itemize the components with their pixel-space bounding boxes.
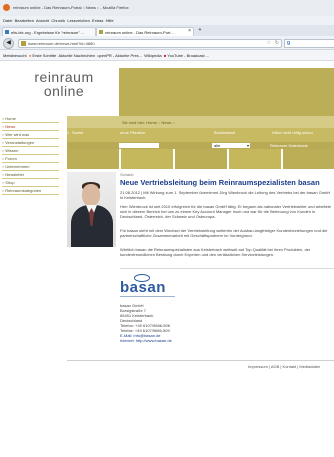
tab-2-label: reinraum online - Das Reinraum-Port... xyxy=(105,30,174,35)
article-divider xyxy=(120,268,334,269)
basan-logo: basan xyxy=(120,274,180,298)
article-paragraph-2: Herr Wienbrock ist seit 2010 erfolgreich… xyxy=(120,204,332,219)
arrow-icon: » xyxy=(2,140,5,145)
sidebar-item-wissen[interactable]: »Wissen xyxy=(2,147,59,155)
menu-bar: Datei Bearbeiten Ansicht Chronik Lesezei… xyxy=(0,16,334,25)
banner-tile[interactable] xyxy=(121,149,175,169)
breadcrumb-text: Sie sind hier: Home :: News :: xyxy=(122,120,175,125)
sidebar-item-veranstaltungen[interactable]: »Veranstaltungen xyxy=(2,139,59,147)
arrow-icon: » xyxy=(2,180,5,185)
sidebar: »Home »News »Wer wird was »Veranstaltung… xyxy=(0,115,61,457)
youtube-icon: ■ xyxy=(163,53,167,58)
header-banner xyxy=(119,68,334,116)
footer-divider xyxy=(67,360,334,361)
search-label: Suche xyxy=(72,130,84,135)
banner-tile[interactable] xyxy=(283,149,334,169)
bookmark-icon: ● xyxy=(28,53,32,58)
menu-bearbeiten[interactable]: Bearbeiten xyxy=(15,18,34,23)
bookmarks-bar: Meistbesucht ● Erste Schritte Aktuelle N… xyxy=(0,50,334,61)
search-hint: neue Filtration xyxy=(120,130,146,135)
arrow-icon: » xyxy=(2,116,5,121)
bookmark-youtube[interactable]: YouTube - Broadcast ... xyxy=(167,53,209,58)
star-icon[interactable]: ☆ xyxy=(267,40,271,46)
menu-datei[interactable]: Datei xyxy=(3,18,12,23)
region-value: alle xyxy=(214,143,221,148)
tab-favicon xyxy=(5,30,9,34)
tab-1-label: elis-btc.org - Ergebnisse für "reinraum"… xyxy=(11,30,85,35)
arrow-icon: » xyxy=(2,148,5,153)
article-paragraph-4: Wörtlich basan die Reinraumspezialisten … xyxy=(120,247,311,257)
bookmark-erste-schritte[interactable]: Erste Schritte xyxy=(32,53,56,58)
search-fields: alle ▾ Reinraum Datenbank xyxy=(67,142,334,149)
basan-logo-underline xyxy=(120,296,175,297)
article-paragraph-1: 21.06.2012 | Mit Wirkung zum 1. Septembe… xyxy=(120,190,331,200)
back-icon[interactable]: ◀ xyxy=(3,38,14,49)
bookmark-meistbesucht[interactable]: Meistbesucht xyxy=(3,53,27,58)
url-text: www.reinraum.de/news.html?id=4880 xyxy=(28,41,95,46)
article-paragraph-3: Für basan steht mit dem Wechsel der Vert… xyxy=(120,228,328,238)
right-link-1[interactable]: Höhe nicht nötig schon xyxy=(272,130,313,135)
site-favicon xyxy=(21,41,26,46)
banner-tile[interactable] xyxy=(175,149,229,169)
menu-ansicht[interactable]: Ansicht xyxy=(36,18,49,23)
menu-extras[interactable]: Extras xyxy=(92,18,103,23)
menu-chronik[interactable]: Chronik xyxy=(51,18,65,23)
footer-links[interactable]: Impressum | AGB | Kontakt | Mediadaten xyxy=(248,364,320,369)
article-headline: Neue Vertriebsleitung beim Reinraumspezi… xyxy=(120,178,320,187)
contact-block: basan GmbH Borsigstraße 7 65451 Kelsterb… xyxy=(120,303,240,353)
window-title: reinraum online - Das Reinraum-Portal ::… xyxy=(13,5,129,10)
arrow-icon: » xyxy=(2,188,5,193)
right-link-2[interactable]: Reinraum Datenbank xyxy=(270,143,308,148)
search-input[interactable] xyxy=(119,143,159,148)
sidebar-item-newsletter[interactable]: »Newsletter xyxy=(2,171,59,179)
search-panel: » Suche neue Filtration Bundesland Höhe … xyxy=(67,128,334,142)
logo-line-1: reinraum xyxy=(34,70,94,85)
sidebar-item-reinraumkategorien[interactable]: »Reinraumkategorien xyxy=(2,187,59,195)
site-logo[interactable]: reinraum online xyxy=(24,70,104,104)
close-icon[interactable]: × xyxy=(188,29,191,34)
sidebar-item-news[interactable]: »News xyxy=(2,123,59,131)
url-bar[interactable]: www.reinraum.de/news.html?id=4880 ☆ ↻ xyxy=(18,39,282,48)
arrow-icon: » xyxy=(2,124,5,129)
reload-icon[interactable]: ↻ xyxy=(275,40,279,46)
sidebar-item-home[interactable]: »Home xyxy=(2,115,59,123)
bookmark-openpr[interactable]: openPR - Aktuelle Pres... xyxy=(97,53,142,58)
firefox-icon xyxy=(3,4,10,11)
arrow-icon: » xyxy=(2,172,5,177)
region-label: Bundesland xyxy=(214,130,236,135)
basan-logo-text: basan xyxy=(120,279,166,296)
arrow-icon: » xyxy=(2,164,5,169)
sidebar-item-forum[interactable]: »Forum xyxy=(2,155,59,163)
logo-line-2: online xyxy=(43,83,85,99)
search-box[interactable]: g xyxy=(284,39,334,48)
menu-hilfe[interactable]: Hilfe xyxy=(106,18,114,23)
banner-tile[interactable] xyxy=(229,149,283,169)
banner-tile[interactable] xyxy=(67,149,121,169)
article-kicker: Schaub xyxy=(120,172,134,177)
new-tab-button[interactable]: + xyxy=(196,27,204,35)
right-link-2-wrap: Reinraum Datenbank xyxy=(270,143,308,148)
sidebar-item-wer-wird-was[interactable]: »Wer wird was xyxy=(2,131,59,139)
contact-website[interactable]: Internet: http://www.basan.de xyxy=(120,338,240,343)
sidebar-item-unternehmen[interactable]: »Unternehmen xyxy=(2,163,59,171)
arrow-icon: » xyxy=(2,132,5,137)
arrow-icon: » xyxy=(67,130,70,135)
bookmark-aktuelle-nachrichten[interactable]: Aktuelle Nachrichten xyxy=(58,53,95,58)
breadcrumb: Sie sind hier: Home :: News :: xyxy=(67,116,334,128)
menu-lesezeichen[interactable]: Lesezeichen xyxy=(67,18,89,23)
google-icon: g xyxy=(287,40,291,46)
photo-face xyxy=(82,184,100,206)
chevron-down-icon: ▾ xyxy=(246,143,249,148)
arrow-icon: » xyxy=(2,156,5,161)
sidebar-item-shop[interactable]: »Shop xyxy=(2,179,59,187)
window-titlebar: reinraum online - Das Reinraum-Portal ::… xyxy=(0,0,334,17)
tab-favicon xyxy=(99,30,103,34)
bookmark-wikipedia[interactable]: Wikipedia xyxy=(144,53,161,58)
region-select[interactable]: alle ▾ xyxy=(212,143,250,148)
